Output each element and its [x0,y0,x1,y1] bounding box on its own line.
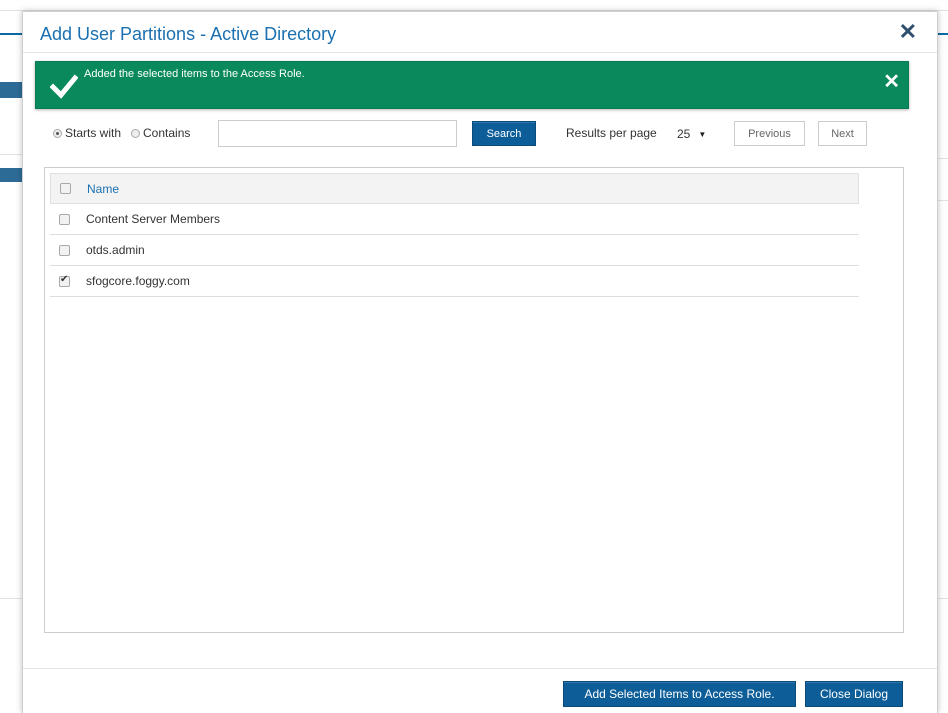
close-dialog-button[interactable]: Close Dialog [805,681,903,707]
starts-with-label[interactable]: Starts with [65,126,121,140]
table-header-row: Name [50,173,859,204]
table-row[interactable]: otds.admin [50,235,859,266]
name-column-header[interactable]: Name [87,182,119,196]
results-per-page-label: Results per page [566,126,657,140]
row-name: otds.admin [86,243,145,257]
background-divider [938,598,948,599]
dialog-close-icon[interactable]: ✕ [899,21,917,43]
contains-label[interactable]: Contains [143,126,190,140]
starts-with-radio[interactable] [53,128,62,138]
background-tab [0,82,22,98]
background-divider [0,154,22,155]
results-per-page-select[interactable]: 25 ▼ [677,124,725,144]
select-all-checkbox[interactable] [60,183,71,194]
search-button[interactable]: Search [472,121,536,146]
row-checkbox[interactable] [59,274,70,287]
results-table: Name Content Server Members otds.admin s… [50,173,859,297]
table-row[interactable]: sfogcore.foggy.com [50,266,859,297]
background-tab [0,168,22,182]
footer-divider [23,668,937,669]
match-options: Starts with Contains [53,126,200,140]
banner-message: Added the selected items to the Access R… [84,68,305,80]
results-panel: Name Content Server Members otds.admin s… [44,167,904,633]
row-name: sfogcore.foggy.com [86,274,190,288]
row-checkbox[interactable] [59,244,70,256]
add-selected-items-button[interactable]: Add Selected Items to Access Role. [563,681,796,707]
row-name: Content Server Members [86,212,221,226]
background-divider [938,158,948,159]
dropdown-arrow-icon: ▼ [698,129,707,139]
results-per-page-value: 25 [677,127,691,141]
background-divider [938,200,948,201]
table-row[interactable]: Content Server Members [50,204,859,235]
search-row: Starts with Contains Search Results per … [53,120,913,148]
success-banner: Added the selected items to the Access R… [35,61,909,109]
row-checkbox[interactable] [59,213,70,225]
contains-radio[interactable] [131,128,141,138]
previous-button[interactable]: Previous [734,121,805,146]
title-divider [23,52,937,53]
next-button[interactable]: Next [818,121,867,146]
background-header-rule [938,33,948,35]
banner-close-icon[interactable]: ✕ [883,72,900,92]
search-input[interactable] [218,120,457,147]
background-divider [0,598,22,599]
checkmark-icon [50,74,78,99]
add-user-partitions-dialog: Add User Partitions - Active Directory ✕… [22,11,938,713]
dialog-title: Add User Partitions - Active Directory [40,24,337,44]
background-header-rule [0,33,22,35]
